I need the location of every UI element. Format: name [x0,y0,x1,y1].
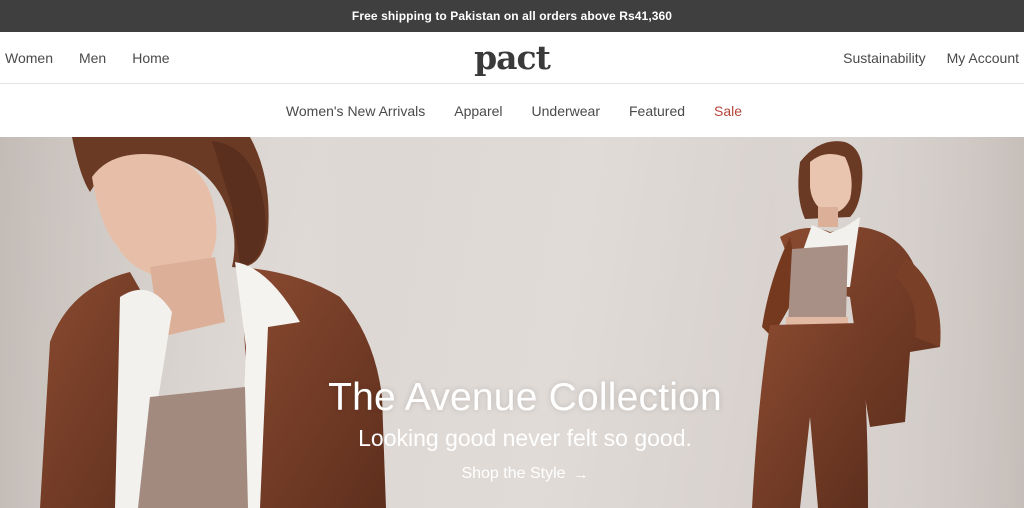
hero-subtitle: Looking good never felt so good. [358,425,692,451]
subnav-featured[interactable]: Featured [629,103,685,119]
hero-content: The Avenue Collection Looking good never… [0,375,1024,483]
primary-nav-left: Women Men Home [5,50,196,66]
nav-link-sustainability[interactable]: Sustainability [843,50,926,66]
announcement-bar: Free shipping to Pakistan on all orders … [0,0,1024,32]
pact-logo[interactable]: pact [474,40,551,73]
subnav-underwear[interactable]: Underwear [532,103,600,119]
subnav-apparel[interactable]: Apparel [454,103,502,119]
main-header: Women Men Home pact Sustainability My Ac… [0,32,1024,84]
nav-link-men[interactable]: Men [79,50,106,66]
subnav-sale[interactable]: Sale [714,103,742,119]
nav-link-women[interactable]: Women [5,50,53,66]
nav-link-home[interactable]: Home [132,50,169,66]
hero-cta-label: Shop the Style [461,465,566,482]
hero-banner[interactable]: The Avenue Collection Looking good never… [0,137,1024,508]
category-nav: Women's New Arrivals Apparel Underwear F… [0,84,1024,137]
hero-title: The Avenue Collection [328,376,722,419]
subnav-womens-new-arrivals[interactable]: Women's New Arrivals [286,103,425,119]
primary-nav-right: Sustainability My Account [822,50,1019,66]
nav-link-my-account[interactable]: My Account [947,50,1019,66]
announcement-text: Free shipping to Pakistan on all orders … [351,9,673,23]
arrow-right-icon: → [573,465,589,483]
shop-the-style-link[interactable]: Shop the Style → [435,465,588,483]
